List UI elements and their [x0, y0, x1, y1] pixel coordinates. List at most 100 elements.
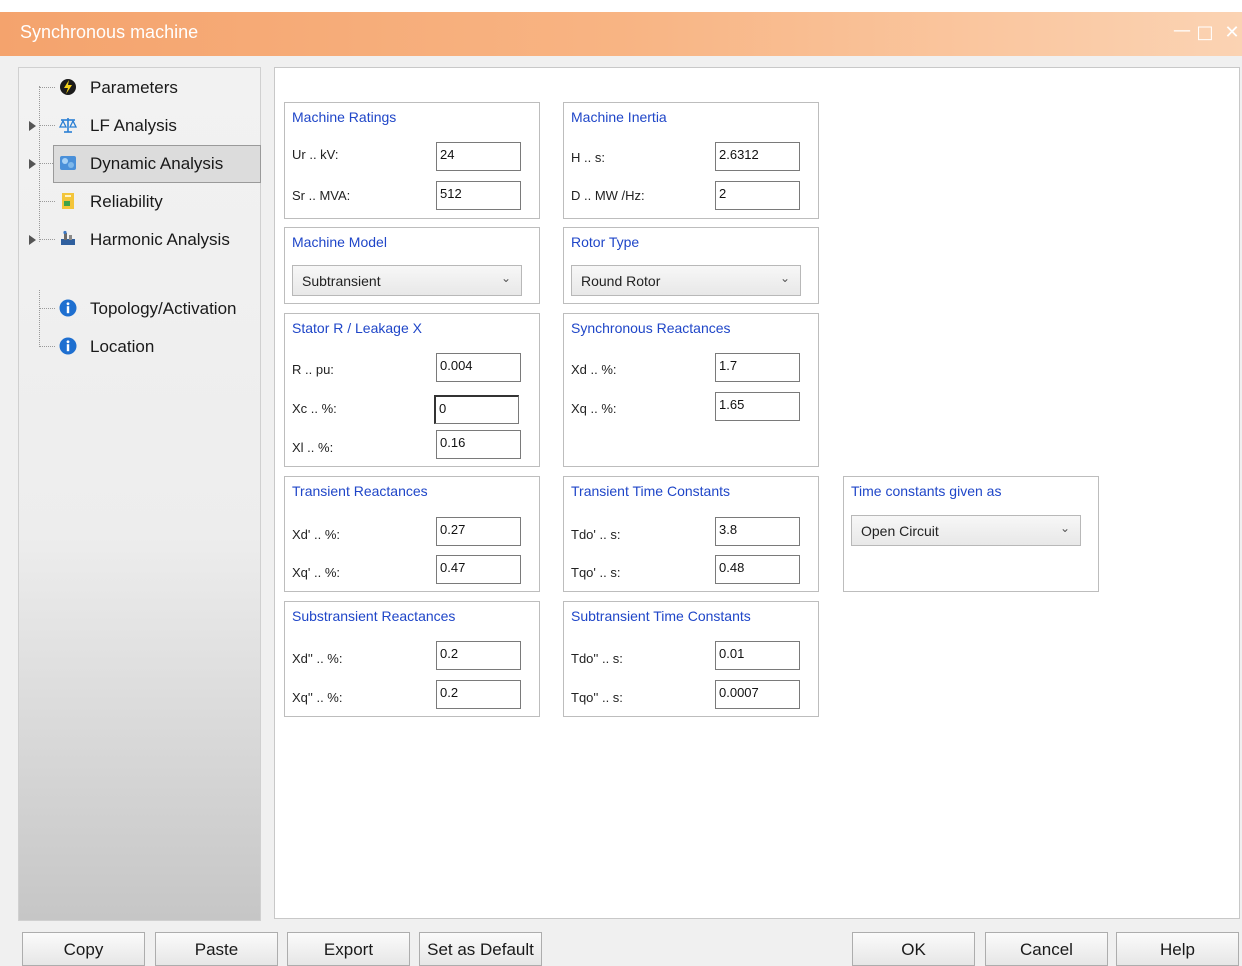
dynamic-analysis-icon — [60, 156, 76, 170]
transient-reactances-group: Transient Reactances Xd' .. %: 0.27 Xq' … — [284, 476, 540, 592]
xq-prime-label: Xq' .. %: — [292, 565, 341, 580]
xq-label: Xq .. %: — [571, 401, 617, 416]
expand-arrow-icon[interactable] — [29, 121, 36, 131]
xd-prime-input[interactable]: 0.27 — [436, 517, 521, 546]
sr-label: Sr .. MVA: — [292, 188, 351, 203]
close-icon[interactable]: ✕ — [1222, 22, 1242, 43]
reliability-icon — [62, 193, 74, 209]
machine-inertia-group: Machine Inertia H .. s: 2.6312 D .. MW /… — [563, 102, 819, 219]
nav-item-topology-activation[interactable]: Topology/Activation — [19, 291, 260, 327]
group-title: Rotor Type — [571, 234, 640, 250]
group-title: Machine Inertia — [571, 109, 667, 125]
nav-item-dynamic-analysis[interactable]: Dynamic Analysis — [19, 145, 261, 183]
xl-label: Xl .. %: — [292, 440, 334, 455]
expand-arrow-icon[interactable] — [29, 159, 36, 169]
synchronous-reactances-group: Synchronous Reactances Xd .. %: 1.7 Xq .… — [563, 313, 819, 467]
group-title: Machine Ratings — [292, 109, 397, 125]
h-label: H .. s: — [571, 150, 605, 165]
expand-arrow-icon[interactable] — [29, 235, 36, 245]
h-input[interactable]: 2.6312 — [715, 142, 800, 171]
machine-model-group: Machine Model Subtransient ⌄ — [284, 227, 540, 304]
group-title: Substransient Reactances — [292, 608, 456, 624]
lightning-icon — [60, 79, 76, 95]
tqo-double-prime-input[interactable]: 0.0007 — [715, 680, 800, 709]
nav-item-reliability[interactable]: Reliability — [19, 184, 260, 220]
rotor-type-value: Round Rotor — [581, 273, 661, 289]
nav-tree: Parameters LF Analysis Dynamic Analysis … — [18, 67, 261, 921]
group-title: Transient Time Constants — [571, 483, 730, 499]
cancel-button[interactable]: Cancel — [985, 932, 1108, 966]
maximize-icon[interactable]: □ — [1195, 22, 1215, 43]
content-panel: Machine Ratings Ur .. kV: 24 Sr .. MVA: … — [274, 67, 1240, 919]
chevron-down-icon: ⌄ — [500, 271, 511, 285]
xq-double-prime-input[interactable]: 0.2 — [436, 680, 521, 709]
tdo-prime-input[interactable]: 3.8 — [715, 517, 800, 546]
tqo-prime-input[interactable]: 0.48 — [715, 555, 800, 584]
nav-item-label: Harmonic Analysis — [90, 230, 230, 249]
xd-input[interactable]: 1.7 — [715, 353, 800, 382]
group-title: Subtransient Time Constants — [571, 608, 751, 624]
subtransient-reactances-group: Substransient Reactances Xd'' .. %: 0.2 … — [284, 601, 540, 717]
r-input[interactable]: 0.004 — [436, 353, 521, 382]
paste-button[interactable]: Paste — [155, 932, 278, 966]
subtransient-time-constants-group: Subtransient Time Constants Tdo'' .. s: … — [563, 601, 819, 717]
tdo-double-prime-label: Tdo'' .. s: — [571, 651, 623, 666]
group-title: Time constants given as — [851, 483, 1002, 499]
xd-double-prime-input[interactable]: 0.2 — [436, 641, 521, 670]
export-button[interactable]: Export — [287, 932, 410, 966]
nav-item-harmonic-analysis[interactable]: Harmonic Analysis — [19, 222, 260, 258]
transient-time-constants-group: Transient Time Constants Tdo' .. s: 3.8 … — [563, 476, 819, 592]
chevron-down-icon: ⌄ — [779, 271, 790, 285]
group-title: Machine Model — [292, 234, 387, 250]
ok-button[interactable]: OK — [852, 932, 975, 966]
set-as-default-button[interactable]: Set as Default — [419, 932, 542, 966]
tdo-double-prime-input[interactable]: 0.01 — [715, 641, 800, 670]
group-title: Stator R / Leakage X — [292, 320, 422, 336]
time-constants-value: Open Circuit — [861, 523, 939, 539]
scales-icon — [59, 118, 77, 133]
group-title: Synchronous Reactances — [571, 320, 731, 336]
nav-item-label: Topology/Activation — [90, 299, 237, 318]
help-button[interactable]: Help — [1116, 932, 1239, 966]
xc-input[interactable]: 0 — [434, 395, 519, 424]
stator-group: Stator R / Leakage X R .. pu: 0.004 Xc .… — [284, 313, 540, 467]
nav-item-label: Parameters — [90, 78, 178, 97]
xc-label: Xc .. %: — [292, 401, 337, 416]
nav-item-label: Reliability — [90, 192, 163, 211]
nav-item-label: Dynamic Analysis — [90, 154, 224, 173]
time-constants-given-as-group: Time constants given as Open Circuit ⌄ — [843, 476, 1099, 592]
machine-model-select[interactable]: Subtransient ⌄ — [292, 265, 522, 296]
tqo-prime-label: Tqo' .. s: — [571, 565, 621, 580]
nav-item-label: Location — [90, 337, 155, 356]
ur-input[interactable]: 24 — [436, 142, 521, 171]
r-label: R .. pu: — [292, 362, 334, 377]
machine-ratings-group: Machine Ratings Ur .. kV: 24 Sr .. MVA: … — [284, 102, 540, 219]
machine-model-value: Subtransient — [302, 273, 381, 289]
xd-double-prime-label: Xd'' .. %: — [292, 651, 343, 666]
xq-prime-input[interactable]: 0.47 — [436, 555, 521, 584]
d-input[interactable]: 2 — [715, 181, 800, 210]
group-title: Transient Reactances — [292, 483, 428, 499]
time-constants-select[interactable]: Open Circuit ⌄ — [851, 515, 1081, 546]
rotor-type-group: Rotor Type Round Rotor ⌄ — [563, 227, 819, 304]
rotor-type-select[interactable]: Round Rotor ⌄ — [571, 265, 801, 296]
sr-input[interactable]: 512 — [436, 181, 521, 210]
xq-double-prime-label: Xq'' .. %: — [292, 690, 343, 705]
title-bar[interactable]: Synchronous machine — □ ✕ — [0, 12, 1242, 56]
info-icon — [59, 299, 77, 317]
nav-item-location[interactable]: Location — [19, 329, 260, 365]
tqo-double-prime-label: Tqo'' .. s: — [571, 690, 623, 705]
nav-item-parameters[interactable]: Parameters — [19, 70, 260, 106]
info-icon — [59, 337, 77, 355]
harmonic-analysis-icon — [61, 230, 75, 245]
minimize-icon[interactable]: — — [1172, 20, 1192, 41]
xq-input[interactable]: 1.65 — [715, 392, 800, 421]
ur-label: Ur .. kV: — [292, 147, 339, 162]
copy-button[interactable]: Copy — [22, 932, 145, 966]
window-title: Synchronous machine — [20, 22, 199, 42]
tdo-prime-label: Tdo' .. s: — [571, 527, 621, 542]
d-label: D .. MW /Hz: — [571, 188, 645, 203]
chevron-down-icon: ⌄ — [1059, 521, 1070, 535]
xl-input[interactable]: 0.16 — [436, 430, 521, 459]
nav-item-lf-analysis[interactable]: LF Analysis — [19, 108, 260, 144]
